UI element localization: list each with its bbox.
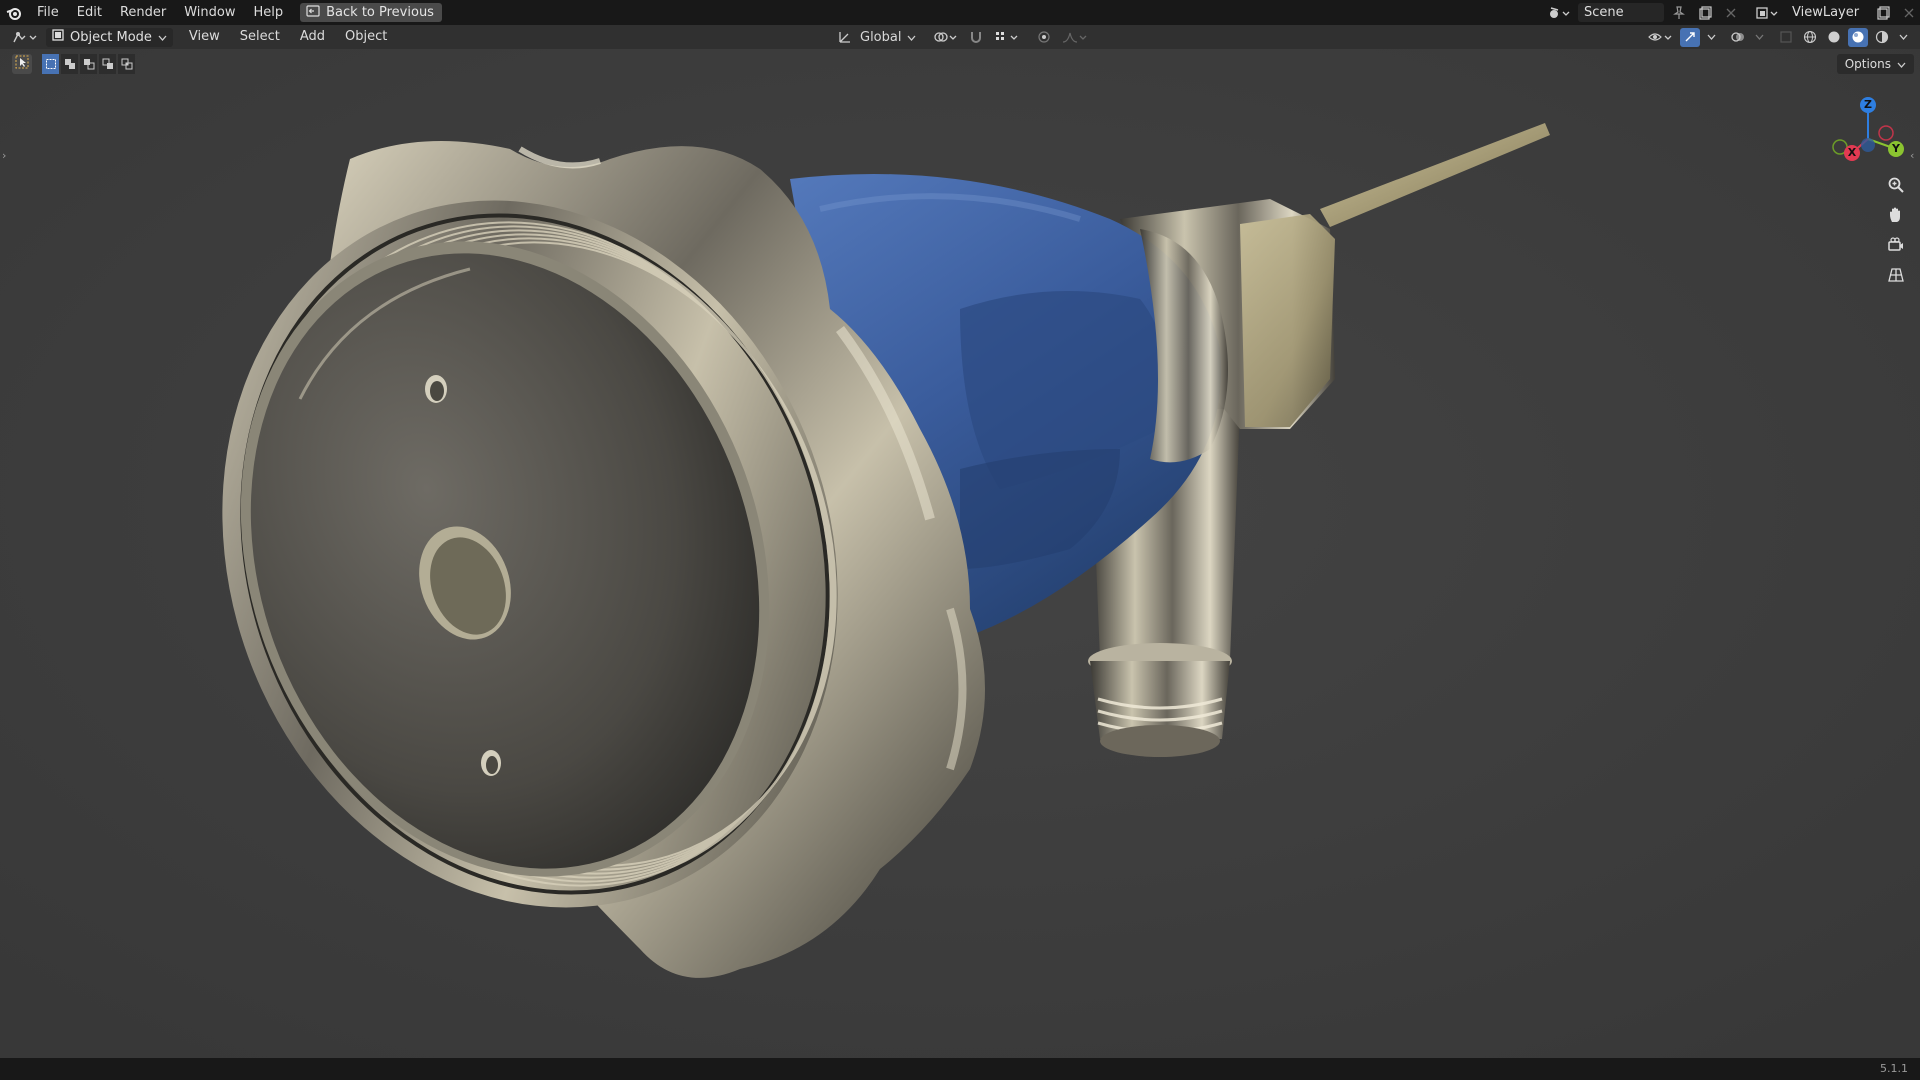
pivot-point-icon[interactable] <box>930 28 960 47</box>
back-to-previous-label: Back to Previous <box>326 5 434 20</box>
chevron-down-icon <box>158 30 167 45</box>
delete-view-layer-icon[interactable] <box>1898 3 1920 22</box>
zoom-button[interactable] <box>1882 173 1910 201</box>
menu-render[interactable]: Render <box>111 0 175 25</box>
back-icon <box>306 4 320 21</box>
status-bar: 5.1.1 <box>0 1058 1920 1080</box>
tool-settings-row: Options <box>0 49 1920 77</box>
view-layer-field[interactable]: ViewLayer <box>1786 3 1868 22</box>
grid-perspective-icon <box>1887 266 1905 288</box>
select-new-icon[interactable] <box>42 54 59 74</box>
pin-icon[interactable] <box>1668 3 1690 22</box>
object-visibility-icon[interactable] <box>1646 28 1676 47</box>
menu-file[interactable]: File <box>28 0 68 25</box>
shading-rendered-icon[interactable] <box>1872 28 1892 47</box>
object-mode-label: Object Mode <box>70 29 152 45</box>
shading-material-preview-icon[interactable] <box>1848 27 1868 47</box>
viewport-header: Object Mode View Select Add Object Globa… <box>0 25 1920 49</box>
select-invert-icon[interactable] <box>99 54 116 74</box>
gizmo-y-axis[interactable]: Y <box>1888 141 1904 157</box>
back-to-previous-button[interactable]: Back to Previous <box>300 3 442 22</box>
camera-icon <box>1887 236 1905 258</box>
gizmo-toggle-icon[interactable] <box>1680 27 1700 47</box>
shading-wireframe-icon[interactable] <box>1800 28 1820 47</box>
hand-icon <box>1887 206 1905 228</box>
gizmo-z-axis[interactable]: Z <box>1860 97 1876 113</box>
transform-orientation-label[interactable]: Global <box>860 30 901 45</box>
gizmo-x-axis[interactable]: X <box>1844 145 1860 161</box>
3d-viewport[interactable]: › ‹ Z Y X <box>0 49 1920 1058</box>
shading-solid-icon[interactable] <box>1824 28 1844 47</box>
menu-add[interactable]: Add <box>290 25 335 49</box>
menu-object[interactable]: Object <box>335 25 397 49</box>
menu-edit[interactable]: Edit <box>68 0 111 25</box>
menu-help[interactable]: Help <box>245 0 293 25</box>
chevron-down-icon <box>1897 57 1906 71</box>
chevron-down-icon[interactable] <box>907 30 916 45</box>
shading-dropdown-icon[interactable] <box>1896 28 1910 47</box>
editor-type-icon[interactable] <box>8 28 42 47</box>
object-mode-dropdown[interactable]: Object Mode <box>46 27 173 47</box>
proportional-editing-icon[interactable] <box>1034 28 1054 47</box>
view-layer-selector-icon[interactable] <box>1752 3 1782 22</box>
blender-logo-icon[interactable] <box>0 0 28 25</box>
top-right-controls: Scene ViewLayer <box>1544 0 1920 25</box>
view-layer-name: ViewLayer <box>1792 5 1860 20</box>
select-extend-icon[interactable] <box>61 54 78 74</box>
scene-name-field[interactable]: Scene <box>1578 3 1664 22</box>
delete-scene-icon[interactable] <box>1720 3 1742 22</box>
select-tool-button[interactable] <box>12 54 32 74</box>
scene-name: Scene <box>1584 5 1624 20</box>
viewport-display-tools <box>1646 25 1910 49</box>
gizmo-neg-z[interactable] <box>1861 138 1875 152</box>
select-subtract-icon[interactable] <box>80 54 97 74</box>
snap-magnet-icon[interactable] <box>966 28 986 47</box>
options-label: Options <box>1844 57 1891 71</box>
falloff-curve-icon[interactable] <box>1060 28 1090 47</box>
top-bar: File Edit Render Window Help Back to Pre… <box>0 0 1920 25</box>
selection-mode-group <box>42 54 135 74</box>
menu-select[interactable]: Select <box>230 25 290 49</box>
version-label: 5.1.1 <box>1880 1062 1908 1075</box>
transform-tools: Global <box>836 25 1090 49</box>
transform-orientation-icon[interactable] <box>836 28 854 47</box>
new-scene-icon[interactable] <box>1694 3 1716 22</box>
3d-model-render <box>0 49 1920 1058</box>
scene-selector-icon[interactable] <box>1544 3 1574 22</box>
menu-window[interactable]: Window <box>175 0 244 25</box>
cursor-arrow-icon <box>15 55 29 73</box>
gizmo-dropdown-icon[interactable] <box>1704 28 1718 47</box>
snap-increment-icon[interactable] <box>992 28 1022 47</box>
zoom-magnifier-icon <box>1887 176 1905 198</box>
overlays-icon[interactable] <box>1728 28 1748 47</box>
menu-view[interactable]: View <box>179 25 230 49</box>
toolbar-expand-arrow-icon[interactable]: › <box>2 149 6 162</box>
object-mode-icon <box>52 29 64 45</box>
select-intersect-icon[interactable] <box>118 54 135 74</box>
xray-toggle-icon[interactable] <box>1776 28 1796 47</box>
overlays-dropdown-icon[interactable] <box>1752 28 1766 47</box>
options-dropdown[interactable]: Options <box>1836 54 1914 74</box>
pan-button[interactable] <box>1882 203 1910 231</box>
gizmo-neg-x[interactable] <box>1878 125 1894 141</box>
camera-view-button[interactable] <box>1882 233 1910 261</box>
perspective-toggle-button[interactable] <box>1882 263 1910 291</box>
new-view-layer-icon[interactable] <box>1872 3 1894 22</box>
